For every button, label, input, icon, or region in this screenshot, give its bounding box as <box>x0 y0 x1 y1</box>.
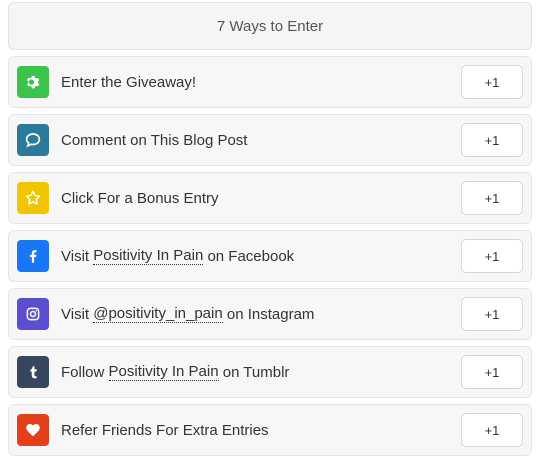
heart-icon <box>17 414 49 446</box>
tumblr-page-link[interactable]: Positivity In Pain <box>108 363 219 381</box>
gear-icon <box>17 66 49 98</box>
speech-bubble-icon <box>17 124 49 156</box>
points-button[interactable]: +1 <box>461 123 523 157</box>
entry-comment-blog-post[interactable]: Comment on This Blog Post +1 <box>8 114 532 166</box>
star-icon <box>17 182 49 214</box>
entry-methods-header: 7 Ways to Enter <box>8 2 532 50</box>
entry-refer-friends[interactable]: Refer Friends For Extra Entries +1 <box>8 404 532 456</box>
entry-label[interactable]: Comment on This Blog Post <box>61 115 247 165</box>
entry-visit-facebook[interactable]: Visit Positivity In Pain on Facebook +1 <box>8 230 532 282</box>
tumblr-icon <box>17 356 49 388</box>
facebook-icon <box>17 240 49 272</box>
entry-label[interactable]: Click For a Bonus Entry <box>61 173 219 223</box>
entry-label[interactable]: Enter the Giveaway! <box>61 57 196 107</box>
points-button[interactable]: +1 <box>461 355 523 389</box>
entry-label[interactable]: Visit Positivity In Pain on Facebook <box>61 231 294 281</box>
entry-visit-instagram[interactable]: Visit @positivity_in_pain on Instagram +… <box>8 288 532 340</box>
entry-label[interactable]: Follow Positivity In Pain on Tumblr <box>61 347 289 397</box>
entry-enter-giveaway[interactable]: Enter the Giveaway! +1 <box>8 56 532 108</box>
entry-label[interactable]: Visit @positivity_in_pain on Instagram <box>61 289 314 339</box>
entry-bonus-entry[interactable]: Click For a Bonus Entry +1 <box>8 172 532 224</box>
points-button[interactable]: +1 <box>461 239 523 273</box>
instagram-icon <box>17 298 49 330</box>
header-title: 7 Ways to Enter <box>216 17 324 35</box>
instagram-profile-link[interactable]: @positivity_in_pain <box>93 305 223 323</box>
points-button[interactable]: +1 <box>461 65 523 99</box>
points-button[interactable]: +1 <box>461 181 523 215</box>
points-button[interactable]: +1 <box>461 297 523 331</box>
entry-follow-tumblr[interactable]: Follow Positivity In Pain on Tumblr +1 <box>8 346 532 398</box>
entry-label[interactable]: Refer Friends For Extra Entries <box>61 405 269 455</box>
facebook-page-link[interactable]: Positivity In Pain <box>93 247 204 265</box>
points-button[interactable]: +1 <box>461 413 523 447</box>
